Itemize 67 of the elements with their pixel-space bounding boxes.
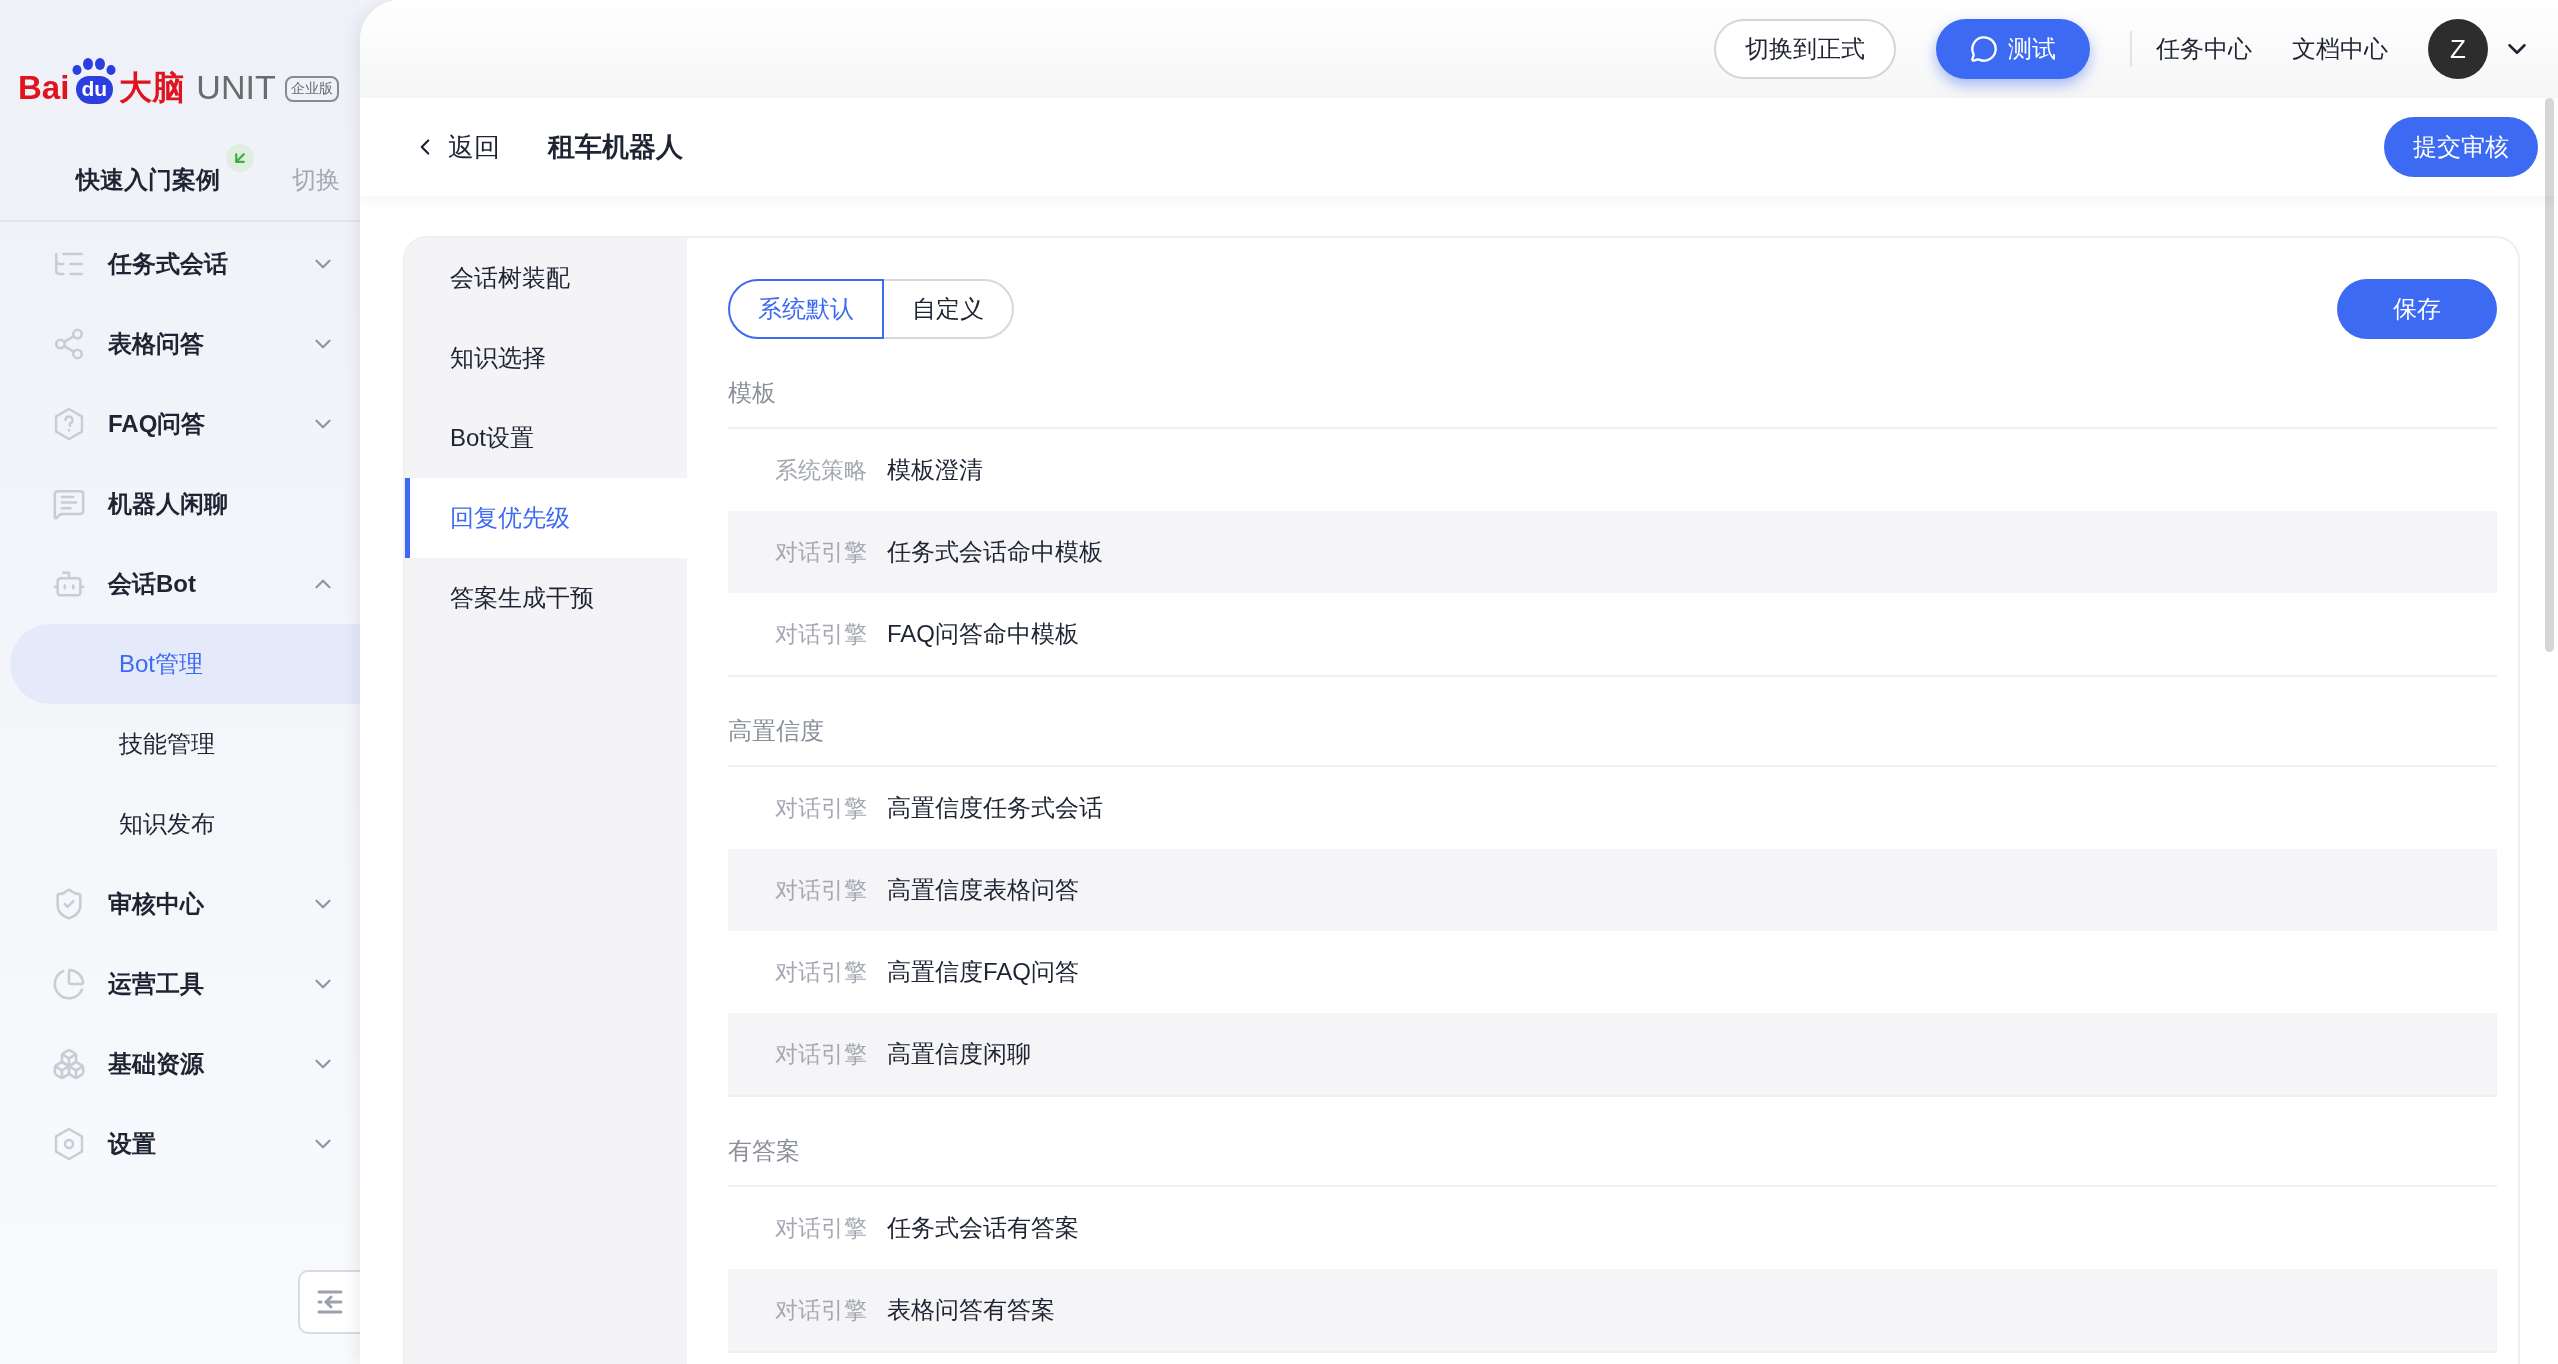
sidebar-item[interactable]: 基础资源 <box>0 1024 360 1104</box>
sidebar-item[interactable]: 审核中心 <box>0 864 360 944</box>
row-value: 任务式会话有答案 <box>887 1213 1079 1243</box>
save-button[interactable]: 保存 <box>2337 279 2497 339</box>
settings-nav-item[interactable]: 知识选择 <box>405 318 687 398</box>
sidebar-subitem[interactable]: 技能管理 <box>10 704 360 784</box>
chat-bubble-icon <box>1970 35 1998 63</box>
menu-item-icon <box>52 487 86 521</box>
settings-icon <box>52 1127 86 1161</box>
sidebar-item[interactable]: 会话Bot <box>0 544 360 624</box>
logo-text: 大脑 <box>119 71 186 104</box>
row-label: 对话引擎 <box>775 875 867 905</box>
row-label: 对话引擎 <box>775 1213 867 1243</box>
sidebar-item[interactable]: 表格问答 <box>0 304 360 384</box>
settings-nav-item[interactable]: 会话树装配 <box>405 238 687 318</box>
settings-nav-item[interactable]: Bot设置 <box>405 398 687 478</box>
section-heading: 高置信度 <box>728 677 2497 767</box>
row-label: 对话引擎 <box>775 537 867 567</box>
sidebar-item[interactable]: FAQ问答 <box>0 384 360 464</box>
sidebar-item[interactable]: 设置 <box>0 1104 360 1184</box>
scrollbar[interactable] <box>2545 98 2554 652</box>
row-label: 对话引擎 <box>775 957 867 987</box>
paw-toes-icon <box>72 58 117 76</box>
row-value: 表格问答有答案 <box>887 1295 1055 1325</box>
settings-nav-item[interactable]: 答案生成干预 <box>405 558 687 638</box>
row-label: 对话引擎 <box>775 1039 867 1069</box>
row-value: 高置信度FAQ问答 <box>887 957 1079 987</box>
user-avatar[interactable]: Z <box>2428 19 2488 79</box>
edition-tag: 企业版 <box>284 76 339 102</box>
nav-link[interactable]: 文档中心 <box>2292 33 2388 65</box>
sidebar-item[interactable]: 机器人闲聊 <box>0 464 360 544</box>
sidebar-item[interactable]: 运营工具 <box>0 944 360 1024</box>
back-link[interactable]: 返回 <box>412 129 500 165</box>
row-label: 对话引擎 <box>775 793 867 823</box>
arrow-badge-icon <box>226 144 254 172</box>
section-heading: 模板 <box>728 339 2497 429</box>
logo-text: Bai <box>18 71 70 104</box>
test-button[interactable]: 测试 <box>1936 19 2090 79</box>
collapse-arrow-icon <box>316 1288 344 1316</box>
product-name: UNIT <box>196 70 276 104</box>
collapse-sidebar-button[interactable] <box>298 1270 360 1334</box>
settings-nav-item[interactable]: 回复优先级 <box>405 478 687 558</box>
menu-item-icon <box>52 967 86 1001</box>
logo-paw: du <box>75 76 114 104</box>
switch-button[interactable]: 切换到正式 <box>1714 19 1896 79</box>
page-title: 租车机器人 <box>548 131 683 164</box>
mode-tab[interactable]: 系统默认 <box>728 279 884 339</box>
row-label: 对话引擎 <box>775 1295 867 1325</box>
row-value: 高置信度闲聊 <box>887 1039 1031 1069</box>
row-value: 高置信度任务式会话 <box>887 793 1103 823</box>
mode-tab[interactable]: 自定义 <box>882 279 1014 339</box>
row-value: 模板澄清 <box>887 455 983 485</box>
sidebar-subitem[interactable]: Bot管理 <box>10 624 360 704</box>
section-heading: 有答案 <box>728 1097 2497 1187</box>
row-value: 高置信度表格问答 <box>887 875 1079 905</box>
nav-link[interactable]: 任务中心 <box>2156 33 2252 65</box>
menu-item-icon <box>52 327 86 361</box>
row-value: FAQ问答命中模板 <box>887 619 1079 649</box>
row-value: 任务式会话命中模板 <box>887 537 1103 567</box>
sidebar-subitem[interactable]: 知识发布 <box>10 784 360 864</box>
submit-review-button[interactable]: 提交审核 <box>2384 117 2538 177</box>
row-label: 系统策略 <box>775 455 867 485</box>
row-label: 对话引擎 <box>775 619 867 649</box>
workspace-name: 快速入门案例 <box>76 165 220 195</box>
question-hexagon-icon <box>52 407 86 441</box>
menu-item-icon <box>52 1047 86 1081</box>
sidebar-item[interactable]: 任务式会话 <box>0 224 360 304</box>
